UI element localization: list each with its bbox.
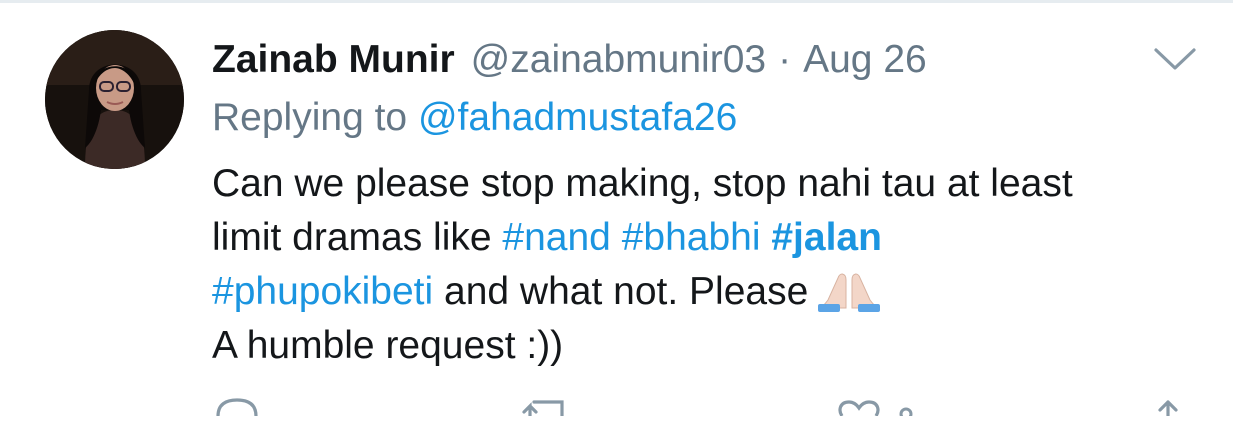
hashtag-link[interactable]: #nand xyxy=(502,216,610,259)
tweet-text-line: A humble request :)) xyxy=(212,324,564,367)
author-handle[interactable]: @zainabmunir03 xyxy=(471,36,766,84)
author-name[interactable]: Zainab Munir xyxy=(212,36,455,84)
tweet-text: Can we please stop making, stop nahi tau… xyxy=(212,157,1212,373)
tweet-text-line: limit dramas like #nand #bhabhi #jalan xyxy=(212,211,1212,265)
tweet-text-line: #phupokibeti and what not. Please xyxy=(212,265,1212,319)
avatar[interactable] xyxy=(45,30,184,169)
text-segment: limit dramas like xyxy=(212,216,492,259)
action-bar xyxy=(0,392,1233,421)
mention-link[interactable]: @fahadmustafa26 xyxy=(418,96,737,139)
share-icon[interactable] xyxy=(1148,392,1188,421)
tweet-date[interactable]: Aug 26 xyxy=(803,36,927,84)
hashtag-link[interactable]: #phupokibeti xyxy=(212,270,433,313)
hashtag-link[interactable]: #bhabhi xyxy=(622,216,761,259)
replying-to-line: Replying to @fahadmustafa26 xyxy=(212,94,737,142)
separator-dot: · xyxy=(778,38,792,81)
folded-hands-emoji xyxy=(816,268,882,312)
tweet[interactable]: Zainab Munir @zainabmunir03 · Aug 26 Rep… xyxy=(0,0,1233,421)
tweet-text-line: Can we please stop making, stop nahi tau… xyxy=(212,162,1073,205)
chevron-down-icon[interactable] xyxy=(1152,40,1198,80)
hashtag-link[interactable]: #jalan xyxy=(771,216,882,259)
like-icon[interactable] xyxy=(836,392,916,421)
retweet-icon[interactable] xyxy=(520,392,572,421)
replying-prefix: Replying to xyxy=(212,96,408,139)
reply-icon[interactable] xyxy=(212,392,262,421)
text-segment: and what not. Please xyxy=(444,270,809,313)
tweet-header: Zainab Munir @zainabmunir03 · Aug 26 xyxy=(212,36,927,84)
